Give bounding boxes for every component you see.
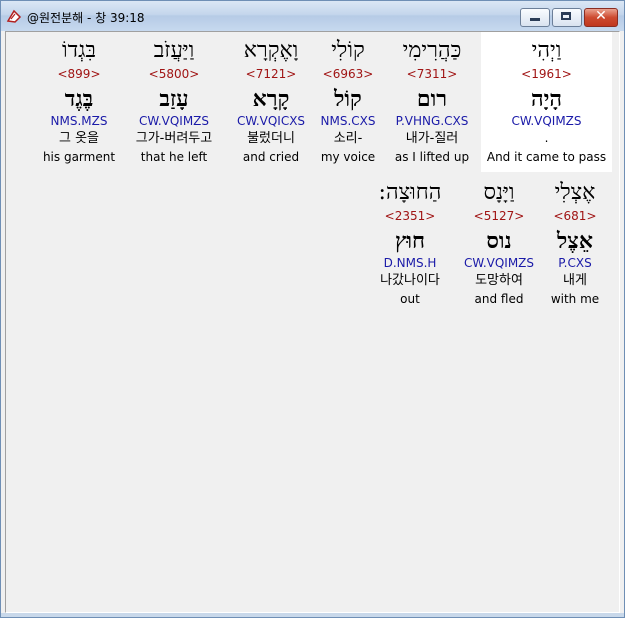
window-bottom-border [1, 613, 624, 617]
hebrew-word: כַּהֲרִימִי [402, 38, 462, 63]
korean-gloss: 그가-버려두고 [135, 131, 213, 146]
maximize-icon [561, 12, 571, 20]
parsing-code: NMS.MZS [50, 114, 108, 128]
english-gloss: that he left [140, 150, 208, 164]
parsing-code: CW.VQIMZS [463, 256, 535, 270]
korean-gloss: 도망하여 [475, 273, 523, 288]
minimize-button[interactable] [520, 8, 550, 27]
english-gloss: and fled [474, 292, 524, 306]
parsing-code: NMS.CXS [320, 114, 376, 128]
english-gloss: And it came to pass [486, 150, 607, 164]
minimize-icon [530, 18, 540, 21]
parsing-code: D.NMS.H [383, 256, 437, 270]
hebrew-lemma: קוֹל [334, 86, 362, 112]
window-title: @원전분해 - 창 39:18 [27, 11, 145, 25]
strong-number[interactable]: <2351> [362, 209, 458, 223]
hebrew-lemma: עָזַב [159, 86, 189, 112]
english-gloss: out [400, 292, 420, 306]
english-gloss: as I lifted up [394, 150, 470, 164]
hebrew-word: הַחוּצָה: [378, 180, 442, 205]
english-gloss: my voice [320, 150, 376, 164]
parsing-code: CW.VQIMZS [511, 114, 582, 128]
korean-gloss: . [544, 131, 549, 145]
maximize-button[interactable] [552, 8, 582, 27]
strong-number[interactable]: <7311> [386, 67, 478, 81]
korean-gloss: 불렀더니 [247, 131, 295, 146]
hebrew-lemma: הָיָה [530, 86, 563, 112]
hebrew-word: וַיָּנָס [483, 180, 515, 205]
korean-gloss: 내가-질러 [405, 131, 459, 146]
hebrew-word: בִּגְדוֹ [61, 38, 97, 63]
parsing-code: P.VHNG.CXS [395, 114, 469, 128]
hebrew-lemma: רום [416, 86, 448, 112]
strong-number[interactable]: <1961> [481, 67, 612, 81]
close-button[interactable]: ✕ [584, 8, 618, 27]
korean-gloss: 나갔나이다 [380, 273, 440, 288]
english-gloss: and cried [242, 150, 300, 164]
hebrew-word: וָאֶקְרָא [243, 38, 299, 63]
hebrew-word: וַיְהִי [531, 38, 562, 63]
hebrew-lemma: נוס [486, 228, 512, 254]
hebrew-lemma: קָרָא [252, 86, 290, 112]
strong-number[interactable]: <5800> [128, 67, 220, 81]
title-bar[interactable]: @원전분해 - 창 39:18 ✕ [1, 1, 624, 31]
word-cell-1[interactable]: וַיְהִי <1961> הָיָה CW.VQIMZS . And it … [481, 32, 612, 172]
english-gloss: his garment [42, 150, 116, 164]
hebrew-word: וַיַּעֲזֹב [153, 38, 195, 63]
interlinear-window: @원전분해 - 창 39:18 ✕ וַיְהִי <1961> הָיָה C… [0, 0, 625, 618]
close-icon: ✕ [595, 8, 607, 24]
strong-number[interactable]: <899> [34, 67, 124, 81]
app-book-icon [6, 9, 22, 23]
hebrew-lemma: בֶּגֶד [64, 86, 94, 112]
hebrew-lemma: חוּץ [394, 228, 426, 254]
strong-number[interactable]: <7121> [226, 67, 316, 81]
parsing-code: CW.VQICXS [236, 114, 306, 128]
hebrew-word: קוֹלִי [331, 38, 365, 63]
strong-number[interactable]: <6963> [306, 67, 390, 81]
korean-gloss: 소리- [333, 131, 363, 146]
strong-number[interactable]: <5127> [454, 209, 544, 223]
parsing-code: CW.VQIMZS [138, 114, 210, 128]
korean-gloss: 그 옷을 [58, 131, 99, 146]
interlinear-panel[interactable]: וַיְהִי <1961> הָיָה CW.VQIMZS . And it … [5, 31, 620, 613]
